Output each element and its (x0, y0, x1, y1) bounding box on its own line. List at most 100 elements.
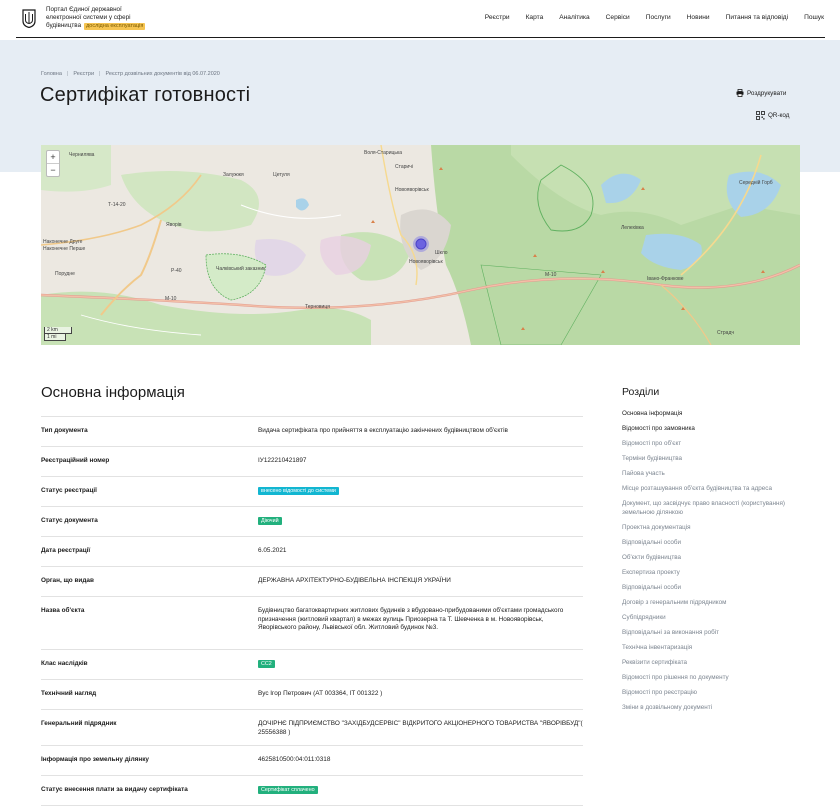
field-label: Технічний нагляд (41, 690, 97, 697)
field-label: Генеральний підрядник (41, 720, 117, 727)
map-label: Середній Горб (739, 180, 773, 186)
map-label: Терновиця (305, 304, 330, 310)
printer-icon (736, 89, 744, 97)
field-value: 4625810500:04:011:0318 (258, 756, 331, 763)
section-link-subcontractors[interactable]: Субпідрядники (622, 614, 812, 623)
section-link-decisions[interactable]: Відомості про рішення по документу (622, 674, 812, 683)
map-label: Чалківський заказник (216, 266, 266, 272)
map-label: Наконечне Друге (43, 239, 83, 245)
sections-nav: Основна інформація Відомості про замовни… (622, 410, 812, 719)
map-label: Івано-Франкове (647, 276, 684, 282)
section-link-customer[interactable]: Відомості про замовника (622, 425, 812, 434)
map-label: Залужжя (223, 172, 244, 178)
table-row: Назва об'єкта Будівництво багатоквартирн… (41, 597, 583, 650)
page-title: Сертифікат готовності (40, 84, 251, 106)
table-row: Статус реєстрації внесено відомості до с… (41, 477, 583, 507)
nav-analytics[interactable]: Аналітика (559, 14, 589, 21)
scale-mi: 1 mi (44, 334, 66, 341)
zoom-in-button[interactable]: + (47, 151, 59, 163)
table-row: Дата реєстрації 6.05.2021 (41, 537, 583, 567)
field-label: Статус реєстрації (41, 487, 97, 494)
section-link-works-responsible[interactable]: Відповідальні за виконання робіт (622, 629, 812, 638)
brand-line: електронної системи у сфері (46, 14, 131, 21)
road-label: Т-14-20 (108, 202, 126, 208)
map-label: Новояворівськ (409, 259, 443, 265)
map-scale: 2 km 1 mi (44, 327, 72, 341)
road-label: Р-40 (171, 268, 182, 274)
section-link-responsible[interactable]: Відповідальні особи (622, 539, 812, 548)
section-link-certificate-details[interactable]: Реквізити сертифіката (622, 659, 812, 668)
zoom-out-button[interactable]: − (47, 163, 59, 176)
breadcrumb-registries[interactable]: Реєстри (73, 71, 94, 77)
map-label: Чернилява (69, 152, 95, 158)
map-label: Лелехівка (621, 225, 644, 231)
table-row: Реєстраційний номер ІУ122210421897 (41, 447, 583, 477)
nav-faq[interactable]: Питання та відповіді (726, 14, 789, 21)
section-link-construction-objects[interactable]: Об'єкти будівництва (622, 554, 812, 563)
section-title: Основна інформація (41, 384, 185, 401)
table-row: Тип документа Видача сертифіката про при… (41, 417, 583, 447)
nav-map[interactable]: Карта (526, 14, 544, 21)
map-label: Воля-Старицька (364, 150, 403, 156)
field-value: ДОЧІРНЄ ПІДПРИЄМСТВО "ЗАХІДБУДСЕРВІС" ВІ… (258, 720, 583, 736)
breadcrumb-home[interactable]: Головна (41, 71, 62, 77)
site-header: Портал Єдиної державної електронної сист… (0, 0, 840, 38)
field-label: Дата реєстрації (41, 547, 91, 554)
brand-title[interactable]: Портал Єдиної державної електронної сист… (46, 6, 146, 30)
qr-code-button[interactable]: QR-код (756, 111, 789, 120)
nav-services[interactable]: Сервіси (606, 14, 630, 21)
section-link-registration[interactable]: Відомості про реєстрацію (622, 689, 812, 698)
field-label: Статус документа (41, 517, 98, 524)
location-map[interactable]: Чернилява Залужжя Цетуля Воля-Старицька … (41, 145, 800, 345)
map-label: Страдч (717, 330, 734, 336)
field-label: Назва об'єкта (41, 607, 85, 614)
beta-badge: дослідна експлуатація (84, 23, 146, 30)
field-value: ІУ122210421897 (258, 457, 307, 464)
print-label: Роздрукувати (747, 89, 787, 97)
map-label: Наконечне Перше (43, 246, 86, 252)
section-link-object[interactable]: Відомості про об'єкт (622, 440, 812, 449)
qr-code-label: QR-код (768, 112, 790, 119)
consequence-class-badge: СС2 (258, 660, 275, 668)
status-badge: Діючий (258, 517, 282, 525)
section-link-terms[interactable]: Терміни будівництва (622, 455, 812, 464)
map-label: Новояворівськ (395, 187, 429, 193)
nav-registries[interactable]: Реєстри (485, 14, 510, 21)
field-value: 6.05.2021 (258, 547, 287, 554)
field-value: Будівництво багатоквартирних житлових бу… (258, 607, 564, 632)
section-link-responsible-2[interactable]: Відповідальні особи (622, 584, 812, 593)
header-divider (16, 37, 825, 38)
section-link-location[interactable]: Місце розташування об'єкта будівництва т… (622, 485, 812, 494)
table-row: Генеральний підрядник ДОЧІРНЄ ПІДПРИЄМСТ… (41, 710, 583, 746)
field-label: Орган, що видав (41, 577, 94, 584)
section-link-inventory[interactable]: Технічна інвентаризація (622, 644, 812, 653)
section-link-land-document[interactable]: Документ, що засвідчує право власності (… (622, 500, 802, 517)
qr-code-icon (756, 111, 765, 120)
section-link-project-docs[interactable]: Проектна документація (622, 524, 812, 533)
nav-search[interactable]: Пошук (804, 14, 824, 21)
nav-public-services[interactable]: Послуги (646, 14, 671, 21)
info-table: Тип документа Видача сертифіката про при… (41, 416, 583, 806)
table-row: Статус внесення плати за видачу сертифік… (41, 776, 583, 806)
coat-of-arms-logo[interactable] (22, 9, 36, 28)
field-label: Інформація про земельну ділянку (41, 756, 149, 763)
map-label: Старичі (395, 164, 413, 170)
field-value: Видача сертифіката про прийняття в експл… (258, 427, 508, 434)
field-label: Тип документа (41, 427, 88, 434)
breadcrumb-permits-registry[interactable]: Реєстр дозвільних документів від 06.07.2… (105, 71, 219, 77)
road-label: М-10 (165, 296, 177, 302)
field-value: ДЕРЖАВНА АРХІТЕКТУРНО-БУДІВЕЛЬНА ІНСПЕКЦ… (258, 577, 451, 584)
map-label: Шкло (435, 250, 448, 256)
section-link-changes[interactable]: Зміни в дозвільному документі (622, 704, 812, 713)
section-link-general-contract[interactable]: Договір з генеральним підрядником (622, 599, 812, 608)
section-link-main-info[interactable]: Основна інформація (622, 410, 812, 419)
brand-line: будівництва (46, 22, 82, 29)
table-row: Клас наслідків СС2 (41, 650, 583, 680)
sections-title: Розділи (622, 386, 660, 398)
scale-km: 2 km (44, 327, 72, 334)
nav-news[interactable]: Новини (687, 14, 710, 21)
print-button[interactable]: Роздрукувати (736, 89, 786, 97)
map-label: Яворів (166, 222, 182, 228)
section-link-expertise[interactable]: Експертиза проекту (622, 569, 812, 578)
section-link-share[interactable]: Пайова участь (622, 470, 812, 479)
